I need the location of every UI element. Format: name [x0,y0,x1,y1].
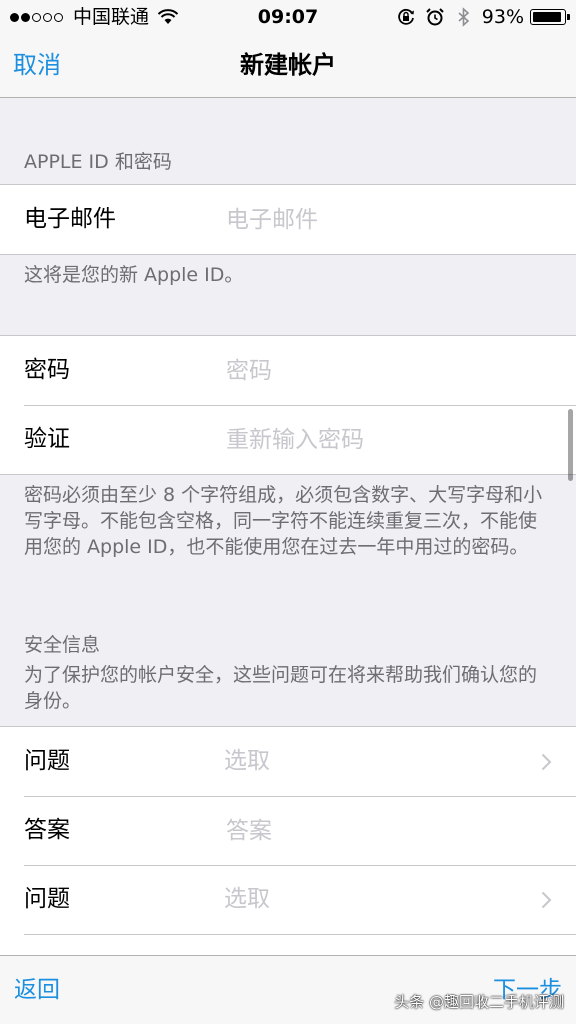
answer-1-cell[interactable]: 答案 [0,796,576,865]
bottom-toolbar: 返回 下一步 [0,955,576,1024]
question-2-value: 选取 [224,886,270,912]
email-label: 电子邮件 [24,206,116,232]
status-right: 93% [387,0,570,34]
question-1-label: 问题 [24,748,70,774]
password-label: 密码 [24,357,70,383]
email-footer: 这将是您的新 Apple ID。 [24,264,244,286]
battery-icon [530,9,570,25]
wifi-icon [157,9,179,24]
chevron-right-icon [541,891,552,909]
email-field[interactable] [226,203,546,237]
password-field[interactable] [226,354,546,388]
cancel-button[interactable]: 取消 [13,34,61,96]
chevron-right-icon [541,753,552,771]
vertical-scrollbar[interactable] [568,409,573,481]
back-button[interactable]: 返回 [14,956,60,1024]
verify-cell[interactable]: 验证 [0,405,576,474]
battery-percent: 93% [481,6,524,28]
question-2-cell[interactable]: 问题 选取 [0,865,576,934]
bluetooth-icon [458,7,469,27]
password-rules-footer: 密码必须由至少 8 个字符组成，必须包含数字、大写字母和小写字母。不能包含空格，… [24,484,543,558]
answer-1-label: 答案 [24,817,70,843]
next-button[interactable]: 下一步 [493,956,562,1024]
password-cell[interactable]: 密码 [0,336,576,405]
question-1-value: 选取 [224,748,270,774]
watermark-text: 头条 @趣回收二手机评测 [394,993,564,1011]
email-cell[interactable]: 电子邮件 [0,185,576,254]
form-content[interactable]: APPLE ID 和密码 电子邮件 这将是您的新 Apple ID。 密码 验证… [0,99,576,955]
question-1-cell[interactable]: 问题 选取 [0,727,576,796]
answer-1-field[interactable] [226,814,546,848]
apple-id-section-header: APPLE ID 和密码 [24,151,172,173]
carrier-name: 中国联通 [73,6,150,28]
verify-label: 验证 [24,426,70,452]
security-section-header: 安全信息 [24,634,101,656]
navigation-bar: 取消 新建帐户 [0,34,576,98]
security-description: 为了保护您的帐户安全，这些问题可在将来帮助我们确认您的身份。 [24,664,538,712]
signal-strength-icon [10,12,65,22]
alarm-icon [426,8,444,26]
answer-2-cell[interactable] [0,934,576,955]
page-title: 新建帐户 [240,51,336,79]
security-questions-group: 问题 选取 答案 问题 选取 [0,726,576,955]
verify-password-field[interactable] [226,423,546,457]
question-2-label: 问题 [24,886,70,912]
email-group: 电子邮件 [0,184,576,255]
password-group: 密码 验证 [0,335,576,475]
status-bar: 中国联通 09:07 93% [0,0,576,34]
status-left: 中国联通 [10,0,179,34]
rotation-lock-icon [397,8,414,25]
